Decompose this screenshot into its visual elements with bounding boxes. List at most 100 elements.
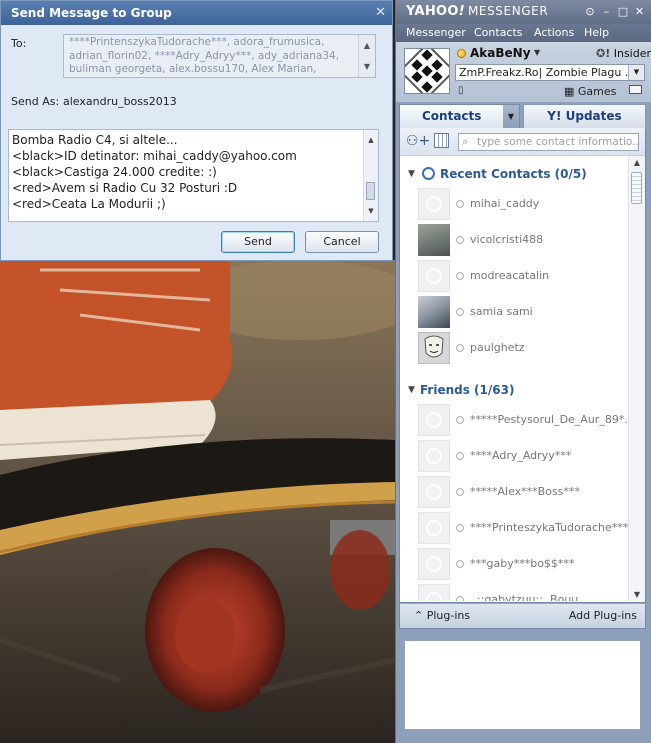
contact-name: samia sami [470,305,533,318]
plugins-toggle[interactable]: ⌃ Plug-ins [414,609,470,622]
add-plugins-link[interactable]: Add Plug-ins [569,609,637,622]
games-link[interactable]: ▦ Games [564,85,616,98]
contact-list: ▼ Recent Contacts (0/5) mihai_caddy vico… [400,156,629,601]
collapse-triangle-icon[interactable]: ▼ [408,169,415,179]
contact-name: *****Pestysorul_De_Aur_89*... [470,413,628,426]
games-icon: ▦ [564,85,575,98]
scroll-down-icon[interactable]: ▼ [629,590,645,599]
send-as-value: alexandru_boss2013 [63,95,177,108]
add-contact-icon[interactable]: ⚇+ [406,133,430,149]
menu-bar: Messenger Contacts Actions Help [396,24,651,42]
blank-face-icon [426,556,442,572]
list-item[interactable]: ..::gabytzuu::..Bouu [400,582,629,601]
contacts-panel: ⚇+ ⌕ type some contact informatio... ▼ R… [399,128,646,603]
window-controls: ⊙ – □ ✕ [584,5,647,18]
list-item[interactable]: mihai_caddy [400,186,629,222]
recipients-scrollbar[interactable]: ▲ ▼ [358,35,375,77]
close-icon[interactable]: ✕ [633,5,646,18]
send-as-label: Send As: [11,95,60,108]
blank-face-icon [426,484,442,500]
contact-avatar [418,296,450,328]
contact-name: ..::gabytzuu::..Bouu [470,593,579,601]
chevron-down-icon[interactable]: ▼ [503,105,519,128]
insider-link[interactable]: ✪! Insider [596,47,651,60]
contact-avatar [418,440,450,472]
contact-avatar [418,476,450,508]
search-icon: ⌕ [462,135,469,148]
phone-icon[interactable]: ▯ [458,85,464,96]
recipients-field[interactable]: ****PrintenszykaTudorache***, adora_frum… [63,34,376,78]
menu-actions[interactable]: Actions [534,26,574,39]
offline-status-icon [456,488,464,496]
list-item[interactable]: samia sami [400,294,629,330]
cancel-button[interactable]: Cancel [305,231,379,253]
list-item[interactable]: ***gaby***bo$$*** [400,546,629,582]
contact-name: mihai_caddy [470,197,540,210]
scroll-down-icon[interactable]: ▼ [364,203,378,219]
offline-status-icon [456,308,464,316]
contact-list-scrollbar[interactable]: ▲ ▼ [628,156,645,601]
blank-face-icon [426,412,442,428]
message-line: <red>Avem si Radio Cu 32 Posturi :D [12,181,238,195]
group-friends[interactable]: ▼ Friends (1/63) [400,382,629,402]
username[interactable]: AkaBeNy [470,46,531,60]
tab-contacts[interactable]: Contacts ▼ [399,104,520,128]
chevron-down-icon[interactable]: ▼ [628,65,644,80]
tab-updates[interactable]: Y! Updates [523,104,646,128]
scroll-thumb[interactable] [366,182,375,200]
menu-messenger[interactable]: Messenger [406,26,466,39]
menu-contacts[interactable]: Contacts [474,26,523,39]
mail-icon[interactable] [629,85,642,94]
chevron-down-icon[interactable]: ▼ [534,48,540,57]
contact-avatar [418,512,450,544]
messenger-titlebar: YAHOO! MESSENGER ⊙ – □ ✕ [396,0,651,24]
list-item[interactable]: *****Pestysorul_De_Aur_89*... [400,402,629,438]
list-item[interactable]: paulghetz [400,330,629,366]
list-item[interactable]: *****Alex***Boss*** [400,474,629,510]
close-icon[interactable]: ✕ [375,1,386,25]
scroll-up-icon[interactable]: ▲ [359,35,375,56]
contact-avatar [418,260,450,292]
message-scrollbar[interactable]: ▲ ▼ [363,130,378,221]
contact-name: paulghetz [470,341,525,354]
contact-name: modreacatalin [470,269,550,282]
offline-status-icon [456,524,464,532]
contact-avatar [418,224,450,256]
collapse-triangle-icon[interactable]: ▼ [408,385,415,395]
status-available-icon[interactable] [457,49,466,58]
maximize-icon[interactable]: □ [617,5,630,18]
scroll-up-icon[interactable]: ▲ [629,158,645,167]
scroll-up-icon[interactable]: ▲ [364,132,378,148]
list-item[interactable]: modreacatalin [400,258,629,294]
scroll-thumb[interactable] [631,172,642,204]
chevron-up-icon: ⌃ [414,609,424,622]
message-line: Bomba Radio C4, si altele... [12,133,178,147]
message-input[interactable]: Bomba Radio C4, si altele... <black>ID d… [8,129,379,222]
yahoo-messenger-logo: YAHOO! MESSENGER [406,4,549,19]
avatar[interactable] [398,42,456,100]
offline-status-icon [456,452,464,460]
menu-help[interactable]: Help [584,26,609,39]
desktop-wallpaper [0,260,395,743]
dialog-title: Send Message to Group [11,6,172,20]
search-input[interactable]: ⌕ type some contact informatio... [458,133,639,151]
contact-avatar [418,548,450,580]
status-message-field[interactable]: ZmP.Freakz.Ro| Zombie Plagu ... ▼ [455,64,645,81]
minimize-icon[interactable]: – [600,5,613,18]
group-recent-contacts[interactable]: ▼ Recent Contacts (0/5) [400,166,629,186]
clock-icon [422,167,435,180]
recipients-text: ****PrintenszykaTudorache***, adora_frum… [69,36,340,75]
scroll-down-icon[interactable]: ▼ [359,56,375,77]
offline-status-icon [456,596,464,601]
list-item[interactable]: vicolcristi488 [400,222,629,258]
list-item[interactable]: ****Adry_Adryy*** [400,438,629,474]
send-button[interactable]: Send [221,231,295,253]
messenger-window: YAHOO! MESSENGER ⊙ – □ ✕ Messenger Contac… [395,0,651,743]
options-icon[interactable]: ⊙ [584,5,597,18]
message-line: <black>Castiga 24.000 credite: :) [12,165,217,179]
list-item[interactable]: ****PrinteszykaTudorache*** [400,510,629,546]
contacts-toolbar: ⚇+ ⌕ type some contact informatio... [400,128,645,156]
offline-status-icon [456,236,464,244]
view-grid-icon[interactable] [434,133,449,148]
blank-face-icon [426,196,442,212]
